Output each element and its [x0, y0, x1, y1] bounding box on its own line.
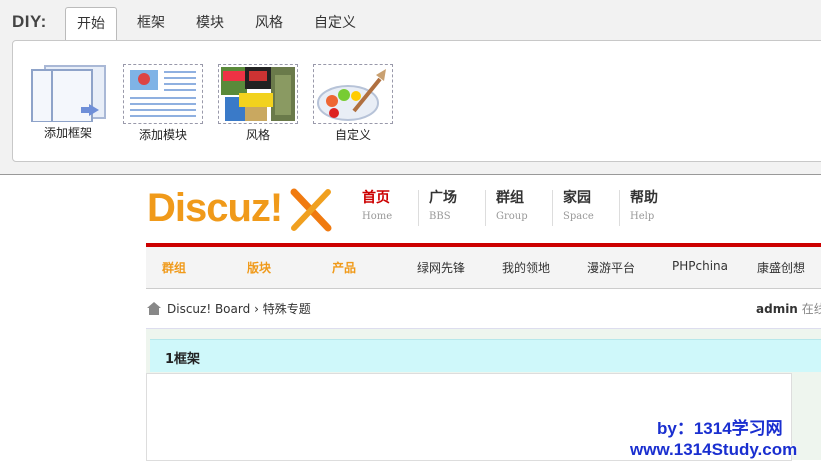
- subnav-item[interactable]: PHPchina: [672, 259, 728, 273]
- nav-sublabel: Help: [630, 211, 655, 222]
- logo-x-mark: [290, 188, 332, 232]
- nav-label: 首页: [362, 190, 390, 206]
- tab-style[interactable]: 风格: [244, 7, 294, 39]
- tab-custom[interactable]: 自定义: [303, 7, 367, 39]
- watermark: by：1314学习网 www.1314Study.com: [630, 418, 797, 460]
- add-frame-icon: [29, 64, 107, 123]
- subnav-item[interactable]: 群组: [162, 259, 186, 276]
- logo-text: Discuz!: [147, 186, 283, 230]
- tab-module[interactable]: 模块: [185, 7, 235, 39]
- user-status[interactable]: 在线: [802, 302, 821, 316]
- nav-label: 帮助: [630, 190, 658, 206]
- nav-item-bbs[interactable]: 广场 BBS: [418, 190, 485, 226]
- breadcrumb-home[interactable]: Discuz! Board: [167, 302, 250, 316]
- diy-panel: DIY: 开始 框架 模块 风格 自定义 添加框架 添加模块 风格 自定义: [0, 0, 821, 175]
- custom-button[interactable]: 自定义: [313, 64, 393, 143]
- style-label: 风格: [245, 128, 270, 142]
- main-nav: 首页 Home 广场 BBS 群组 Group 家园 Space 帮助 Help: [350, 190, 686, 226]
- diy-tool-area: 添加框架 添加模块 风格 自定义: [12, 40, 821, 162]
- tab-start[interactable]: 开始: [65, 7, 117, 42]
- nav-sublabel: BBS: [429, 211, 451, 222]
- nav-item-help[interactable]: 帮助 Help: [619, 190, 686, 226]
- subnav-item[interactable]: 漫游平台: [587, 259, 635, 276]
- nav-item-home[interactable]: 首页 Home: [350, 190, 418, 226]
- add-module-button[interactable]: 添加模块: [123, 64, 203, 143]
- breadcrumb-current[interactable]: 特殊专题: [263, 302, 311, 316]
- add-module-icon: [123, 64, 203, 124]
- breadcrumb-separator: ›: [254, 302, 259, 316]
- watermark-line1: by：1314学习网: [657, 419, 783, 438]
- sub-nav: 群组 版块 产品 绿网先锋 我的领地 漫游平台 PHPchina 康盛创想: [146, 247, 821, 289]
- frame-title-bar[interactable]: 1框架: [150, 339, 821, 372]
- nav-sublabel: Space: [563, 211, 594, 222]
- breadcrumb: Discuz! Board › 特殊专题: [147, 300, 311, 317]
- nav-sublabel: Home: [362, 211, 393, 222]
- subnav-item[interactable]: 我的领地: [502, 259, 550, 276]
- nav-sublabel: Group: [496, 211, 528, 222]
- custom-label: 自定义: [334, 128, 371, 142]
- nav-label: 家园: [563, 190, 591, 206]
- tab-frame[interactable]: 框架: [126, 7, 176, 39]
- frame-title: 1框架: [165, 352, 201, 367]
- username[interactable]: admin: [756, 302, 798, 316]
- watermark-line2: www.1314Study.com: [630, 440, 798, 459]
- nav-item-space[interactable]: 家园 Space: [552, 190, 619, 226]
- subnav-item[interactable]: 产品: [332, 259, 356, 276]
- subnav-item[interactable]: 康盛创想: [757, 259, 805, 276]
- diy-tabs: 开始 框架 模块 风格 自定义: [65, 7, 376, 42]
- palette-icon: [313, 64, 393, 124]
- subnav-item[interactable]: 绿网先锋: [417, 259, 465, 276]
- discuz-logo[interactable]: Discuz!: [147, 186, 337, 236]
- add-frame-button[interactable]: 添加框架: [28, 64, 108, 141]
- style-icon: [218, 64, 298, 124]
- subnav-item[interactable]: 版块: [247, 259, 271, 276]
- user-info: admin 在线: [756, 300, 821, 317]
- nav-label: 广场: [429, 190, 457, 206]
- nav-item-group[interactable]: 群组 Group: [485, 190, 552, 226]
- diy-label: DIY:: [12, 12, 47, 31]
- nav-label: 群组: [496, 190, 524, 206]
- add-frame-label: 添加框架: [43, 126, 92, 140]
- add-module-label: 添加模块: [138, 128, 187, 142]
- home-icon[interactable]: [147, 302, 161, 315]
- style-button[interactable]: 风格: [218, 64, 298, 143]
